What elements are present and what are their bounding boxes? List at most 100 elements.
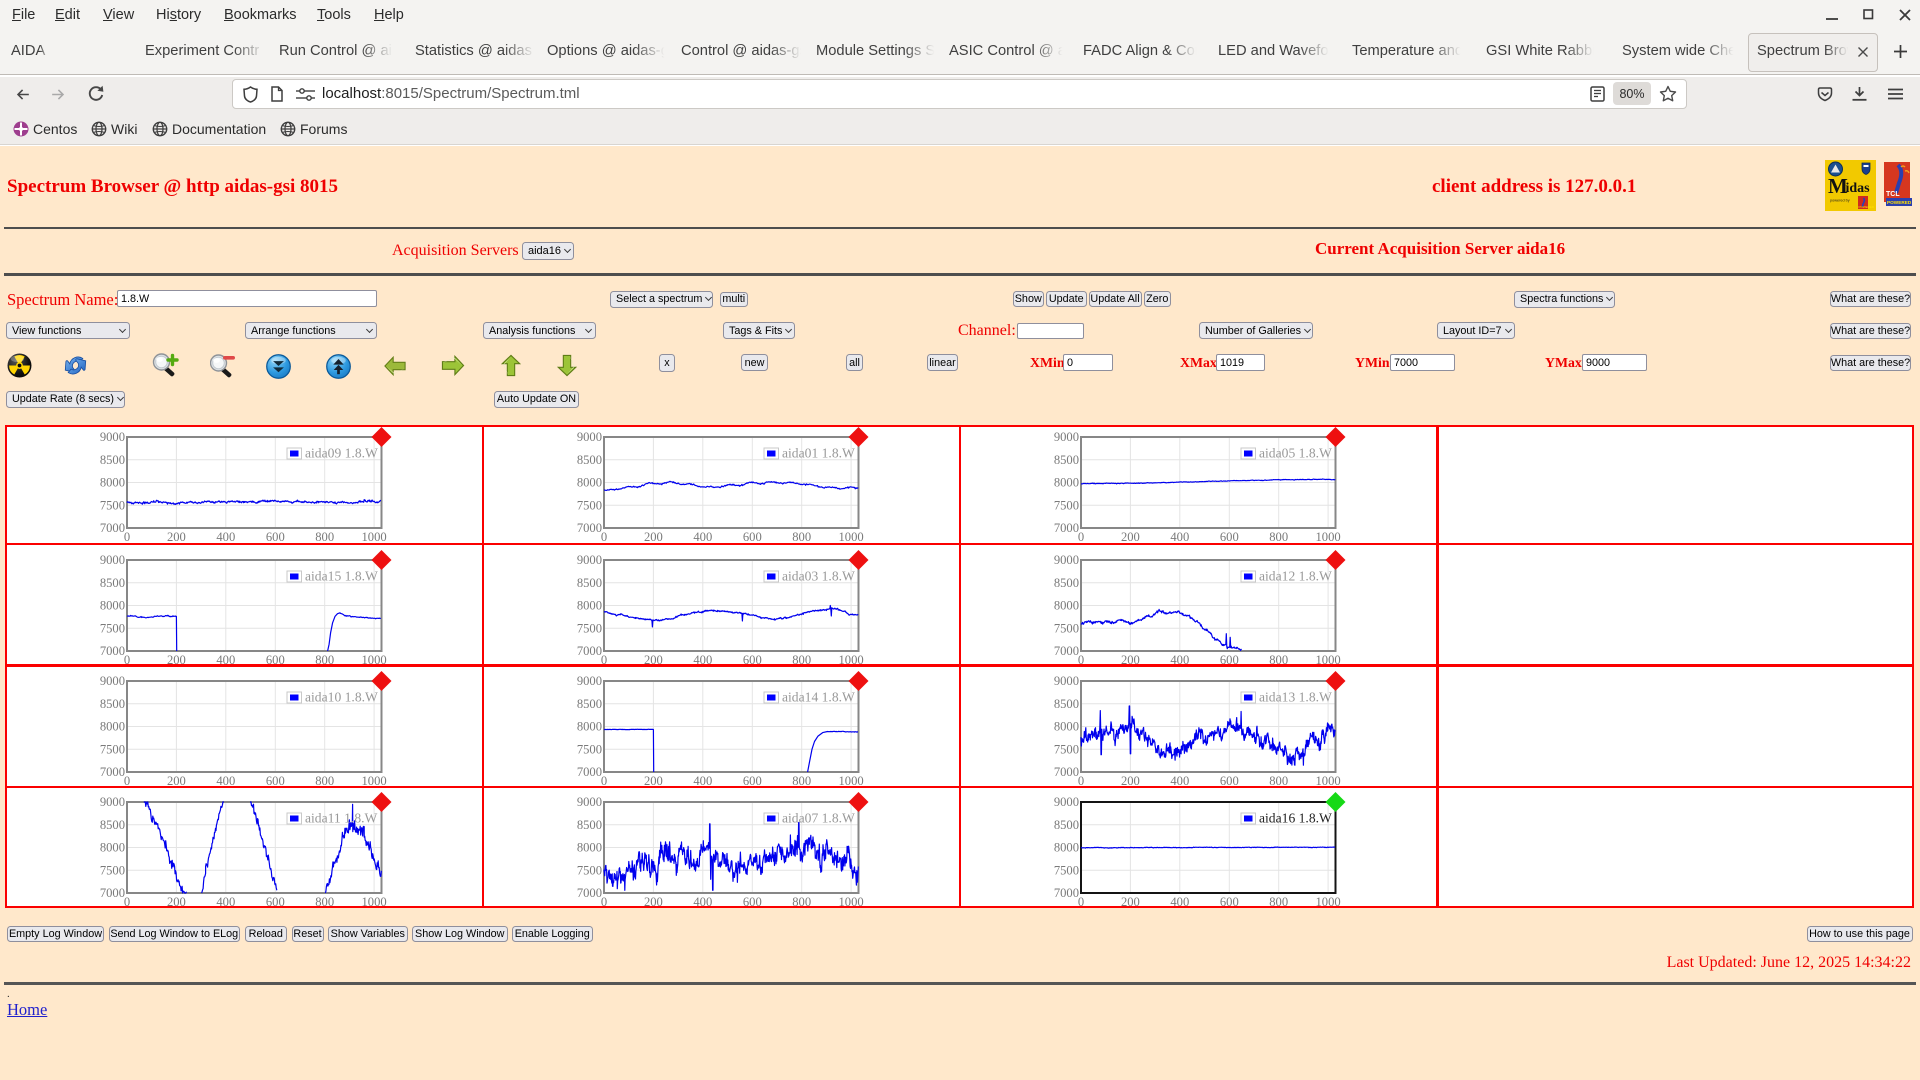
svg-text:8000: 8000 bbox=[100, 841, 125, 855]
svg-text:9000: 9000 bbox=[577, 430, 602, 444]
svg-text:600: 600 bbox=[743, 774, 762, 788]
svg-text:200: 200 bbox=[1121, 774, 1140, 788]
svg-text:8500: 8500 bbox=[577, 453, 602, 467]
svg-text:200: 200 bbox=[167, 895, 186, 909]
svg-text:0: 0 bbox=[601, 895, 607, 909]
svg-text:0: 0 bbox=[601, 530, 607, 544]
svg-text:0: 0 bbox=[124, 895, 130, 909]
svg-text:8500: 8500 bbox=[1054, 818, 1079, 832]
svg-text:7000: 7000 bbox=[577, 644, 602, 658]
svg-text:0: 0 bbox=[124, 653, 130, 667]
svg-text:200: 200 bbox=[167, 653, 186, 667]
svg-text:9000: 9000 bbox=[100, 674, 125, 688]
svg-text:800: 800 bbox=[315, 530, 334, 544]
svg-text:7500: 7500 bbox=[577, 743, 602, 757]
svg-text:7500: 7500 bbox=[100, 864, 125, 878]
svg-text:600: 600 bbox=[743, 530, 762, 544]
svg-text:9000: 9000 bbox=[577, 553, 602, 567]
svg-text:200: 200 bbox=[644, 774, 663, 788]
svg-text:8000: 8000 bbox=[577, 841, 602, 855]
svg-text:600: 600 bbox=[266, 774, 285, 788]
svg-text:1000: 1000 bbox=[839, 530, 864, 544]
svg-text:8500: 8500 bbox=[1054, 576, 1079, 590]
svg-text:1000: 1000 bbox=[362, 653, 387, 667]
svg-text:600: 600 bbox=[1220, 895, 1239, 909]
svg-text:8500: 8500 bbox=[100, 576, 125, 590]
svg-text:1000: 1000 bbox=[362, 774, 387, 788]
svg-text:200: 200 bbox=[167, 530, 186, 544]
svg-text:8500: 8500 bbox=[577, 697, 602, 711]
svg-text:aida12 1.8.W: aida12 1.8.W bbox=[1259, 569, 1332, 584]
svg-text:0: 0 bbox=[124, 774, 130, 788]
svg-text:800: 800 bbox=[792, 530, 811, 544]
svg-text:1000: 1000 bbox=[839, 774, 864, 788]
svg-text:800: 800 bbox=[315, 895, 334, 909]
svg-text:9000: 9000 bbox=[100, 553, 125, 567]
svg-text:1000: 1000 bbox=[839, 653, 864, 667]
svg-text:8500: 8500 bbox=[100, 818, 125, 832]
svg-text:9000: 9000 bbox=[577, 674, 602, 688]
svg-text:9000: 9000 bbox=[1054, 430, 1079, 444]
svg-text:400: 400 bbox=[1170, 653, 1189, 667]
svg-text:7000: 7000 bbox=[100, 521, 125, 535]
svg-text:aida11 1.8.W: aida11 1.8.W bbox=[305, 811, 378, 826]
svg-text:800: 800 bbox=[1269, 530, 1288, 544]
svg-text:600: 600 bbox=[266, 530, 285, 544]
svg-text:8500: 8500 bbox=[100, 697, 125, 711]
svg-text:aida07 1.8.W: aida07 1.8.W bbox=[782, 811, 855, 826]
svg-text:aida01 1.8.W: aida01 1.8.W bbox=[782, 446, 855, 461]
svg-text:9000: 9000 bbox=[100, 430, 125, 444]
svg-text:7000: 7000 bbox=[100, 765, 125, 779]
svg-text:400: 400 bbox=[216, 774, 235, 788]
svg-text:0: 0 bbox=[1078, 895, 1084, 909]
svg-text:8500: 8500 bbox=[577, 576, 602, 590]
svg-text:600: 600 bbox=[1220, 653, 1239, 667]
svg-text:1000: 1000 bbox=[1316, 895, 1341, 909]
svg-text:aida15 1.8.W: aida15 1.8.W bbox=[305, 569, 378, 584]
svg-text:600: 600 bbox=[266, 895, 285, 909]
svg-text:9000: 9000 bbox=[1054, 795, 1079, 809]
svg-text:POWERED: POWERED bbox=[1887, 200, 1912, 205]
svg-text:0: 0 bbox=[1078, 653, 1084, 667]
svg-text:TCL: TCL bbox=[1886, 191, 1900, 198]
svg-text:200: 200 bbox=[644, 895, 663, 909]
svg-text:aida05 1.8.W: aida05 1.8.W bbox=[1259, 446, 1332, 461]
svg-text:7000: 7000 bbox=[1054, 765, 1079, 779]
svg-text:8500: 8500 bbox=[100, 453, 125, 467]
svg-text:9000: 9000 bbox=[1054, 553, 1079, 567]
svg-text:POWERED: POWERED bbox=[1859, 205, 1875, 209]
svg-text:8000: 8000 bbox=[1054, 476, 1079, 490]
svg-text:9000: 9000 bbox=[1054, 674, 1079, 688]
svg-text:400: 400 bbox=[216, 653, 235, 667]
svg-text:200: 200 bbox=[644, 530, 663, 544]
svg-text:8000: 8000 bbox=[577, 476, 602, 490]
svg-text:9000: 9000 bbox=[100, 795, 125, 809]
svg-text:7500: 7500 bbox=[577, 499, 602, 513]
svg-text:400: 400 bbox=[216, 530, 235, 544]
svg-text:7000: 7000 bbox=[1054, 886, 1079, 900]
svg-text:7000: 7000 bbox=[100, 644, 125, 658]
svg-text:idas: idas bbox=[1846, 181, 1871, 196]
svg-text:7000: 7000 bbox=[1054, 521, 1079, 535]
svg-text:aida14 1.8.W: aida14 1.8.W bbox=[782, 690, 855, 705]
svg-text:200: 200 bbox=[167, 774, 186, 788]
svg-text:800: 800 bbox=[315, 653, 334, 667]
svg-text:0: 0 bbox=[1078, 530, 1084, 544]
svg-text:7500: 7500 bbox=[1054, 864, 1079, 878]
svg-text:7500: 7500 bbox=[100, 743, 125, 757]
svg-text:400: 400 bbox=[693, 774, 712, 788]
svg-text:8000: 8000 bbox=[577, 599, 602, 613]
svg-text:7000: 7000 bbox=[1054, 644, 1079, 658]
svg-text:800: 800 bbox=[792, 774, 811, 788]
svg-text:400: 400 bbox=[1170, 774, 1189, 788]
svg-text:7500: 7500 bbox=[577, 864, 602, 878]
svg-text:800: 800 bbox=[315, 774, 334, 788]
svg-text:0: 0 bbox=[601, 774, 607, 788]
svg-text:800: 800 bbox=[1269, 653, 1288, 667]
svg-text:1000: 1000 bbox=[1316, 530, 1341, 544]
svg-text:8000: 8000 bbox=[1054, 720, 1079, 734]
svg-text:8000: 8000 bbox=[1054, 599, 1079, 613]
svg-text:7500: 7500 bbox=[577, 622, 602, 636]
svg-text:aida13 1.8.W: aida13 1.8.W bbox=[1259, 690, 1332, 705]
svg-text:7500: 7500 bbox=[100, 622, 125, 636]
